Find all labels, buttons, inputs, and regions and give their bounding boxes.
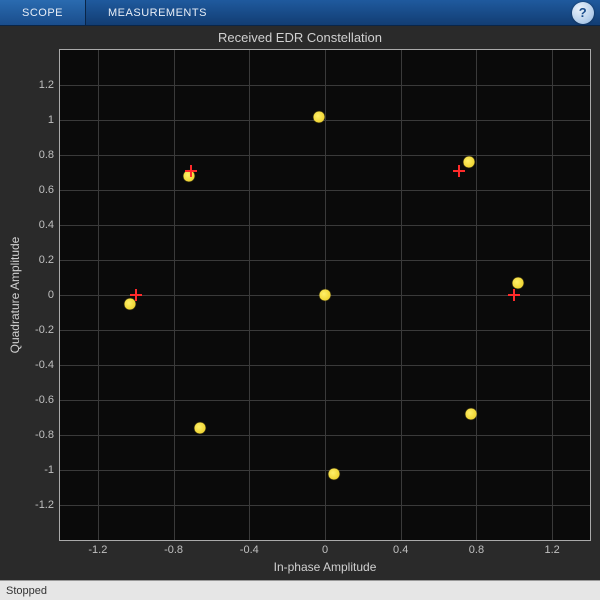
y-tick-label: -1 [44,464,54,476]
data-point [463,157,474,168]
y-tick-label: 0.8 [39,149,54,161]
status-text: Stopped [6,585,47,597]
data-point [320,290,331,301]
y-tick-label: 0.2 [39,254,54,266]
x-tick-label: -0.8 [164,544,183,556]
y-tick-label: 1 [48,114,54,126]
grid-line [60,365,590,366]
status-bar: Stopped [0,580,600,600]
x-tick-label: 0.4 [393,544,408,556]
grid-line [60,260,590,261]
y-tick-label: -0.6 [35,394,54,406]
grid-line [60,120,590,121]
data-point [183,171,194,182]
grid-line [60,505,590,506]
y-tick-label: -0.2 [35,324,54,336]
data-point [314,111,325,122]
y-tick-label: -1.2 [35,499,54,511]
y-tick-label: -0.8 [35,429,54,441]
y-tick-label: 0 [48,289,54,301]
grid-line [60,225,590,226]
data-point [125,298,136,309]
grid-line [60,155,590,156]
grid-line [60,85,590,86]
data-point [195,423,206,434]
y-tick-label: 1.2 [39,79,54,91]
x-tick-label: 0.8 [469,544,484,556]
grid-line [60,470,590,471]
x-tick-label: -1.2 [88,544,107,556]
grid-line [60,400,590,401]
help-icon[interactable]: ? [572,2,594,24]
constellation-plot[interactable] [60,50,590,540]
toolstrip: SCOPE MEASUREMENTS ? [0,0,600,26]
data-point [465,409,476,420]
tab-scope[interactable]: SCOPE [0,0,86,25]
tab-measurements[interactable]: MEASUREMENTS [86,0,229,25]
y-axis-label: Quadrature Amplitude [8,237,22,354]
data-point [329,468,340,479]
reference-marker [453,165,465,177]
grid-line [60,435,590,436]
data-point [513,277,524,288]
x-tick-label: -0.4 [240,544,259,556]
y-tick-label: 0.6 [39,184,54,196]
chart-title: Received EDR Constellation [0,30,600,45]
grid-line [60,330,590,331]
x-tick-label: 1.2 [544,544,559,556]
grid-line [60,190,590,191]
x-axis-label: In-phase Amplitude [274,560,377,574]
x-tick-label: 0 [322,544,328,556]
y-tick-label: 0.4 [39,219,54,231]
scope-area: Received EDR Constellation Quadrature Am… [0,26,600,580]
y-tick-label: -0.4 [35,359,54,371]
